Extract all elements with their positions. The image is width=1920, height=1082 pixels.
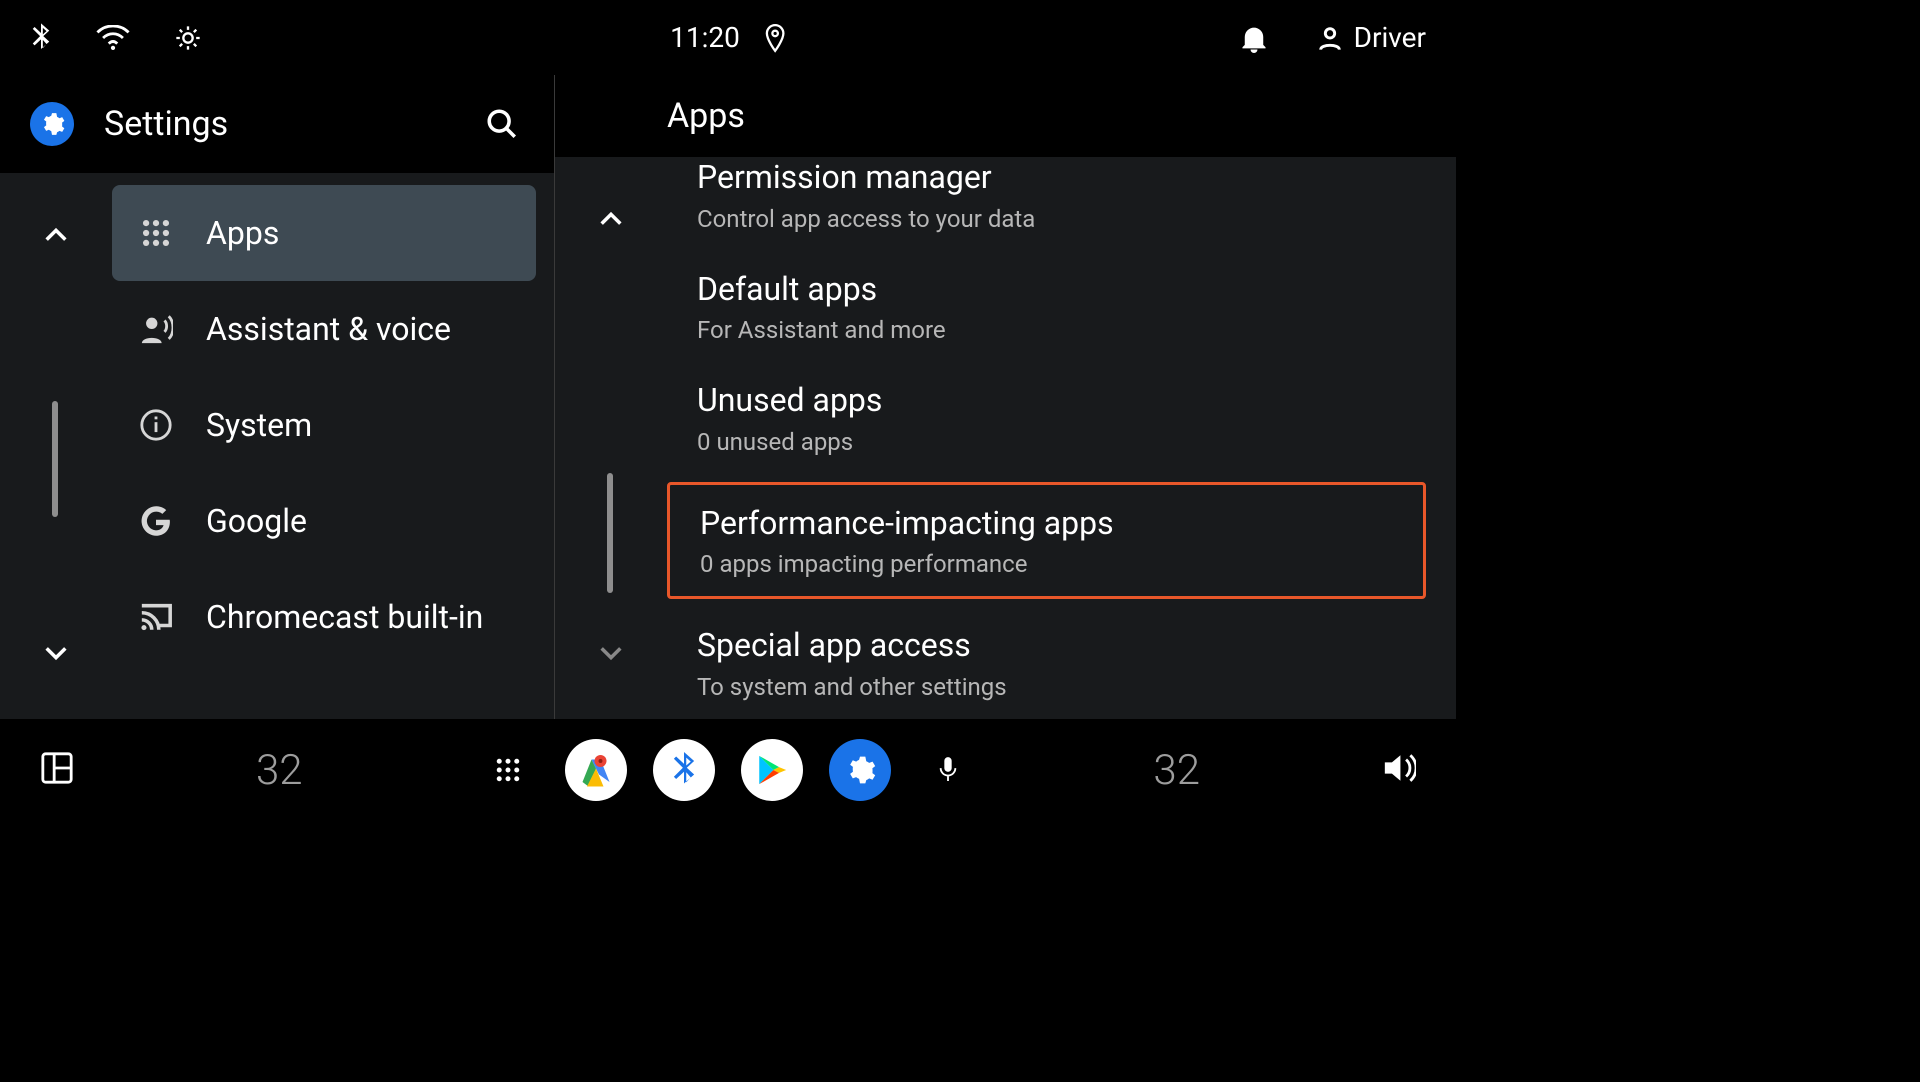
user-label: Driver [1354, 21, 1426, 54]
settings-entry-unused-apps[interactable]: Unused apps 0 unused apps [667, 362, 1426, 474]
settings-entry-title: Permission manager [697, 157, 1396, 199]
wifi-icon [96, 25, 130, 51]
status-bar: 11:20 Driver [0, 0, 1456, 75]
play-store-button[interactable] [741, 739, 803, 801]
detail-scroll-down-icon[interactable] [597, 639, 625, 671]
google-icon [136, 504, 176, 538]
sidebar-item-label: Google [206, 502, 307, 540]
status-clock: 11:20 [670, 21, 740, 54]
detail-scroll-up-icon[interactable] [597, 205, 625, 237]
sidebar-item-assistant-voice[interactable]: Assistant & voice [112, 281, 536, 377]
voice-icon [136, 312, 176, 346]
sidebar-title: Settings [104, 104, 450, 144]
temp-left[interactable]: 32 [256, 746, 303, 795]
settings-entry-permission-manager[interactable]: Permission manager Control app access to … [667, 157, 1426, 251]
settings-detail-pane: Apps Permission manager Control app acces… [555, 75, 1456, 719]
detail-heading: Apps [555, 75, 1456, 157]
user-profile-button[interactable]: Driver [1316, 21, 1426, 54]
layout-toggle-button[interactable] [40, 751, 74, 789]
sidebar-item-apps[interactable]: Apps [112, 185, 536, 281]
detail-scrollbar-thumb[interactable] [607, 473, 613, 593]
sidebar-item-label: System [206, 406, 312, 444]
sidebar-item-label: Chromecast built-in [206, 598, 483, 636]
sidebar-item-label: Assistant & voice [206, 310, 451, 348]
info-icon [136, 408, 176, 442]
settings-app-icon [30, 102, 74, 146]
voice-assistant-button[interactable] [917, 739, 979, 801]
settings-entry-title: Unused apps [697, 380, 1396, 422]
bluetooth-icon [30, 23, 52, 53]
notification-bell-icon[interactable] [1240, 23, 1268, 53]
bluetooth-app-button[interactable] [653, 739, 715, 801]
settings-entry-default-apps[interactable]: Default apps For Assistant and more [667, 251, 1426, 363]
settings-entry-subtitle: 0 apps impacting performance [700, 550, 1393, 578]
volume-button[interactable] [1382, 753, 1416, 787]
grid-icon [136, 216, 176, 250]
settings-entry-title: Performance-impacting apps [700, 503, 1393, 545]
settings-entry-subtitle: Control app access to your data [697, 205, 1396, 233]
settings-sidebar: Settings Apps Assistant & voice System Goog… [0, 75, 555, 719]
settings-entry-subtitle: For Assistant and more [697, 316, 1396, 344]
sidebar-item-chromecast-built-in[interactable]: Chromecast built-in [112, 569, 536, 665]
brightness-icon [174, 24, 202, 52]
sidebar-item-label: Apps [206, 214, 279, 252]
sidebar-item-google[interactable]: Google [112, 473, 536, 569]
location-icon [764, 23, 786, 53]
settings-app-button[interactable] [829, 739, 891, 801]
settings-entry-subtitle: 0 unused apps [697, 428, 1396, 456]
bottom-bar: 32 32 [0, 719, 1456, 821]
settings-entry-title: Default apps [697, 269, 1396, 311]
sidebar-scroll-down-icon[interactable] [42, 639, 70, 671]
settings-entry-title: Special app access [697, 625, 1396, 667]
settings-entry-special-app-access[interactable]: Special app access To system and other se… [667, 607, 1426, 719]
temp-right[interactable]: 32 [1153, 746, 1200, 795]
search-button[interactable] [480, 102, 524, 146]
settings-entry-subtitle: To system and other settings [697, 673, 1396, 701]
sidebar-scroll-up-icon[interactable] [42, 221, 70, 253]
maps-app-button[interactable] [565, 739, 627, 801]
sidebar-item-system[interactable]: System [112, 377, 536, 473]
settings-entry-performance-impacting-apps[interactable]: Performance-impacting apps 0 apps impacti… [667, 482, 1426, 600]
cast-icon [136, 600, 176, 634]
sidebar-scrollbar-thumb[interactable] [52, 401, 58, 517]
app-launcher-button[interactable] [477, 739, 539, 801]
